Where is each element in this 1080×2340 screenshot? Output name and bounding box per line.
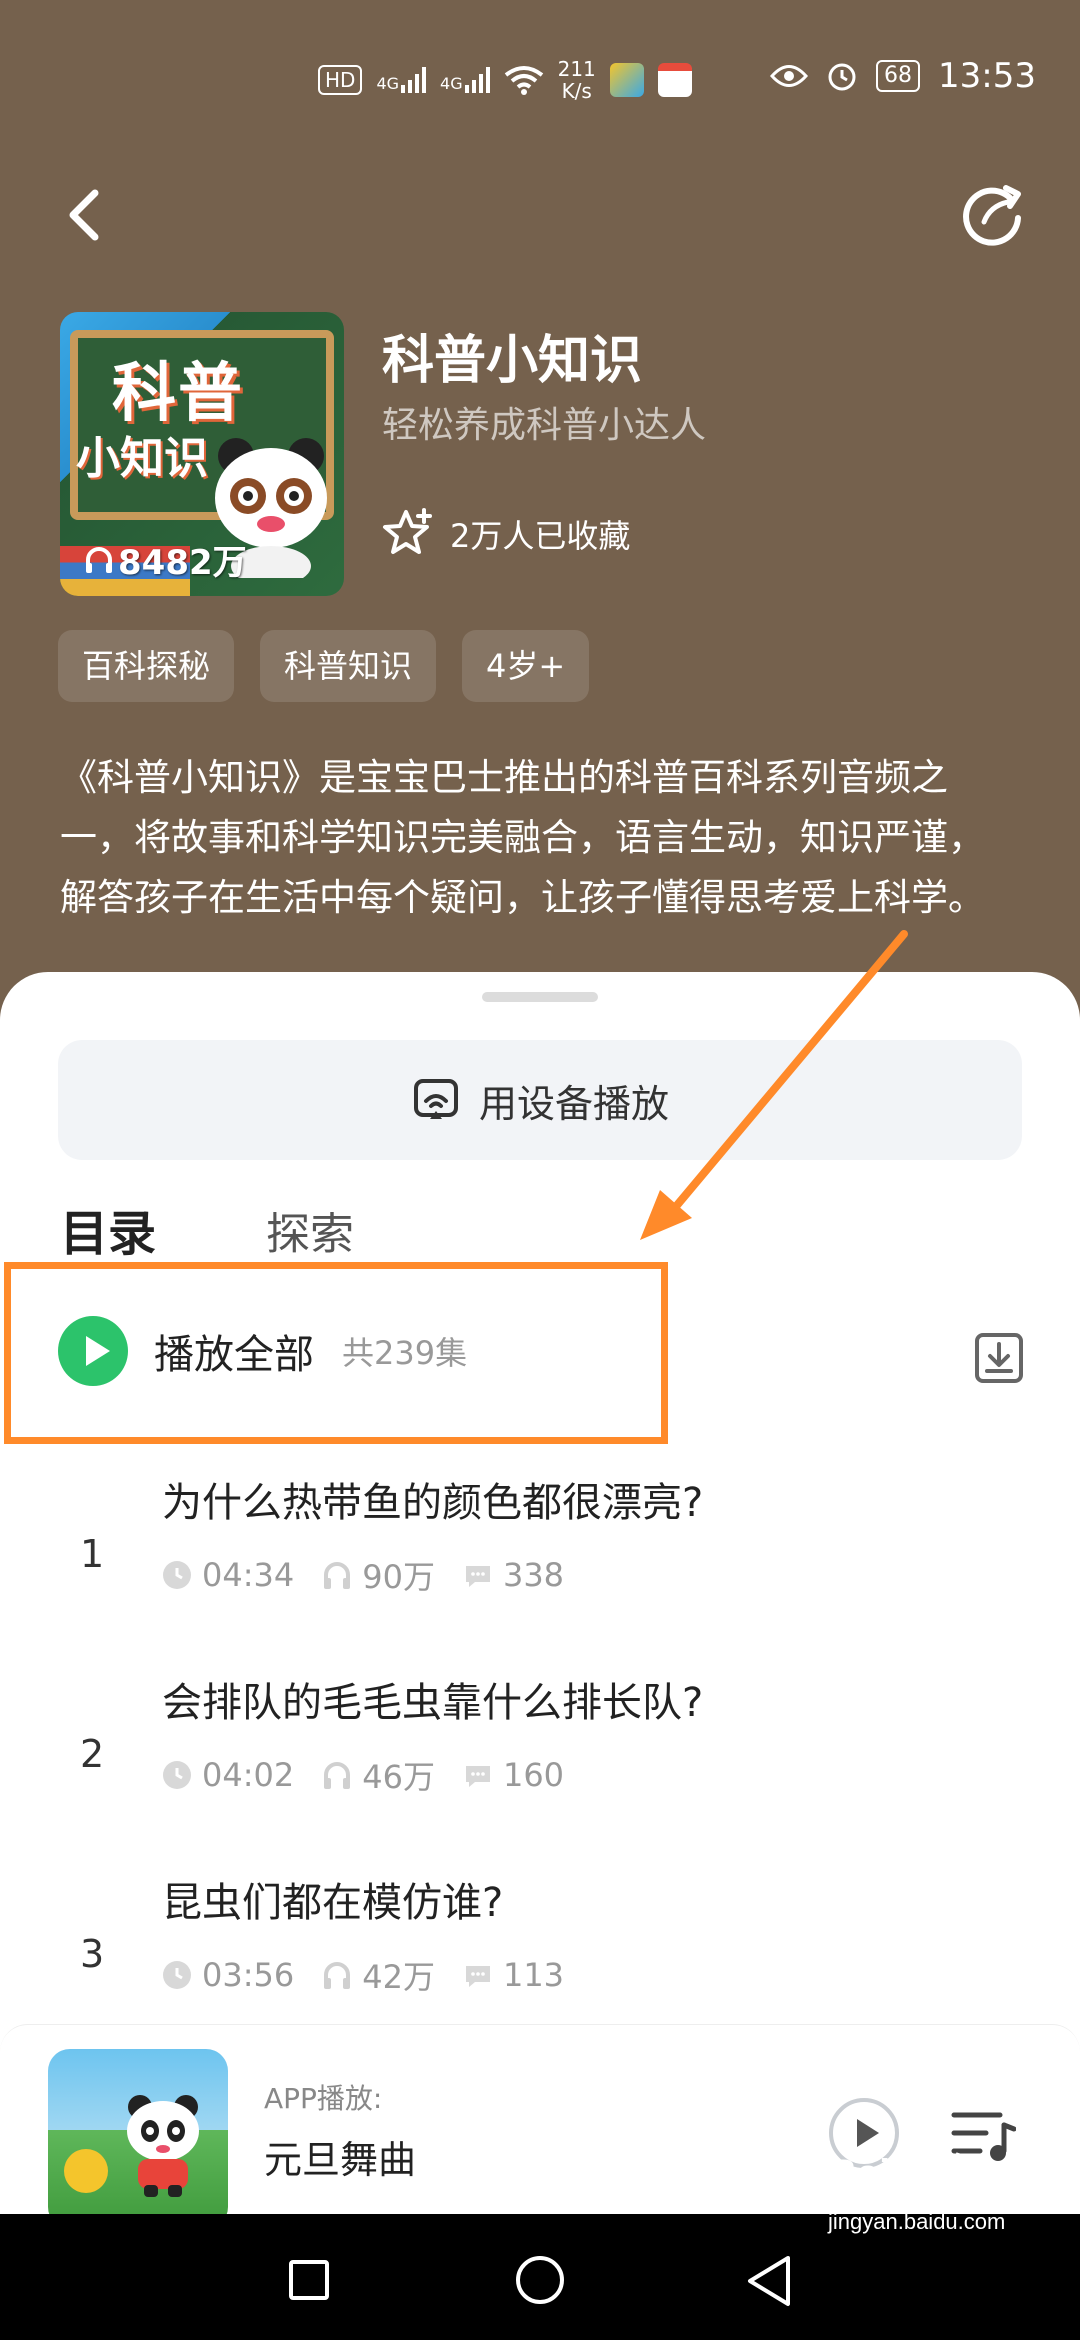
list-item[interactable]: 2 会排队的毛毛虫靠什么排长队? 04:02 46万 160 (0, 1670, 1080, 1860)
network-2: 4G (440, 67, 490, 93)
app-notification-icon (609, 63, 644, 97)
list-item[interactable]: 1 为什么热带鱼的颜色都很漂亮? 04:34 90万 338 (0, 1470, 1080, 1660)
network-1: 4G (376, 67, 427, 93)
comment-icon (465, 1966, 490, 1987)
status-left: HD 4G 4G 211 K/s (318, 58, 692, 102)
hd-badge: HD (318, 65, 363, 95)
recent-apps-button[interactable] (289, 2260, 329, 2300)
clock-time: 13:53 (938, 56, 1036, 96)
episode-meta: 04:34 90万 338 (162, 1552, 592, 1598)
headphones-icon (86, 546, 112, 573)
tag-item[interactable]: 4岁+ (462, 630, 590, 702)
player-artwork (48, 2049, 228, 2229)
device-play-label: 用设备播放 (478, 1081, 669, 1126)
tag-list: 百科探秘 科普知识 4岁+ (58, 630, 590, 702)
panda-illustration (127, 2095, 199, 2197)
comment-icon (465, 1566, 490, 1587)
play-count: 8482万 (84, 535, 247, 584)
cast-icon (413, 1079, 458, 1119)
episode-title: 为什么热带鱼的颜色都很漂亮? (162, 1480, 704, 1526)
tag-item[interactable]: 百科探秘 (58, 630, 235, 702)
cover-title-line1: 科普 (112, 357, 244, 431)
cover-title-line2: 小知识 (76, 433, 208, 484)
clock-icon (163, 1961, 191, 1989)
album-subtitle: 轻松养成科普小达人 (382, 405, 707, 446)
headphones-icon (324, 1562, 351, 1589)
episode-title: 会排队的毛毛虫靠什么排长队? (162, 1680, 704, 1726)
sunflower-decoration (64, 2149, 108, 2193)
tab-explore[interactable]: 探索 (266, 1198, 354, 1262)
signal-icon-2 (464, 67, 490, 93)
annotation-highlight-box (4, 1262, 668, 1444)
headphones-icon (324, 1762, 351, 1789)
episode-number: 2 (80, 1732, 105, 1776)
episode-meta: 04:02 46万 160 (162, 1752, 592, 1798)
player-source-label: APP播放: (264, 2082, 383, 2115)
back-button[interactable] (744, 2254, 794, 2308)
battery-icon: 68 (876, 60, 921, 92)
headphones-icon (324, 1962, 351, 1989)
sheet-drag-handle[interactable] (482, 992, 598, 1002)
signal-icon (401, 67, 427, 93)
device-play-button[interactable]: 用设备播放 (58, 1040, 1022, 1160)
alarm-icon (828, 63, 856, 91)
player-song-title: 元旦舞曲 (264, 2138, 417, 2182)
clock-icon (163, 1761, 191, 1789)
download-icon[interactable] (974, 1332, 1024, 1384)
eye-icon (770, 65, 809, 87)
status-right: 68 13:53 (770, 56, 1036, 96)
star-plus-icon (383, 508, 432, 554)
home-button[interactable] (516, 2256, 564, 2304)
back-arrow-icon[interactable] (55, 185, 115, 245)
album-cover: 科普 小知识 8482万 (60, 312, 344, 596)
album-description: 《科普小知识》是宝宝巴士推出的科普百科系列音频之一，将故事和科学知识完美融合，语… (60, 756, 985, 919)
calendar-notification-icon (657, 63, 692, 97)
status-bar: HD 4G 4G 211 K/s 68 13:53 (0, 0, 1080, 160)
comment-icon (465, 1766, 490, 1787)
favorite-button[interactable]: 2万人已收藏 (380, 506, 630, 562)
favorite-count: 2万人已收藏 (450, 517, 631, 555)
net-speed: 211 K/s (557, 57, 596, 103)
episode-number: 1 (80, 1532, 105, 1576)
clock-icon (163, 1561, 191, 1589)
album-title: 科普小知识 (382, 331, 643, 391)
episode-title: 昆虫们都在模仿谁? (162, 1880, 504, 1926)
baidu-watermark: Bai经验 jingyan.baidu.com (828, 2152, 1006, 2234)
tab-catalog[interactable]: 目录 (60, 1194, 156, 1264)
episode-meta: 03:56 42万 113 (162, 1952, 592, 1998)
tag-item[interactable]: 科普知识 (260, 630, 437, 702)
episode-number: 3 (80, 1932, 105, 1976)
wifi-icon (504, 66, 543, 95)
share-refresh-icon[interactable] (960, 180, 1028, 248)
